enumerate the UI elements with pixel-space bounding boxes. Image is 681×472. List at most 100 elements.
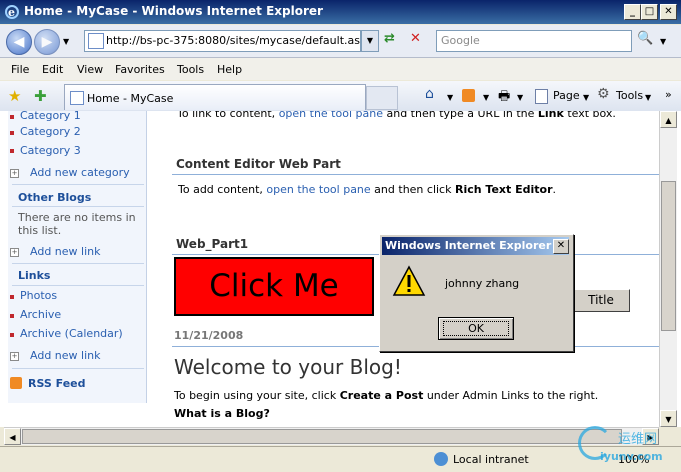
print-dropdown-icon[interactable]: ▼ (517, 93, 523, 102)
add-icon: + (10, 352, 19, 361)
tools-menu[interactable]: Tools (616, 89, 643, 102)
add-new-category-link[interactable]: Add new category (30, 166, 130, 179)
divider (12, 285, 144, 286)
add-new-link-2[interactable]: Add new link (30, 349, 100, 362)
forward-button[interactable]: ▶ (34, 29, 60, 55)
scroll-up-button[interactable]: ▲ (660, 111, 677, 128)
svg-text:e: e (8, 6, 15, 19)
ok-button[interactable]: OK (438, 317, 514, 340)
page-menu[interactable]: Page (553, 89, 580, 102)
close-button[interactable]: ✕ (660, 4, 677, 20)
address-url[interactable]: http://bs-pc-375:8080/sites/mycase/defau… (106, 34, 373, 47)
nav-category-2[interactable]: Category 2 (20, 125, 81, 138)
post-date: 11/21/2008 (174, 329, 244, 342)
page-dropdown-icon[interactable]: ▼ (583, 93, 589, 102)
bullet-icon (10, 149, 14, 153)
history-dropdown-icon[interactable]: ▼ (63, 37, 69, 46)
add-icon: + (10, 169, 19, 178)
tab-home-mycase[interactable]: Home - MyCase (64, 84, 366, 110)
divider (12, 184, 144, 185)
search-icon[interactable]: 🔍 (637, 31, 655, 49)
divider (12, 368, 144, 369)
what-is-a-blog-heading: What is a Blog? (174, 407, 270, 420)
open-tool-pane-link-2[interactable]: open the tool pane (266, 183, 370, 196)
bullet-icon (10, 295, 14, 299)
window-title-bar[interactable]: e Home - MyCase - Windows Internet Explo… (0, 0, 681, 24)
dialog-message: johnny zhang (445, 277, 520, 290)
new-tab-button[interactable] (366, 86, 398, 110)
menu-view[interactable]: View (77, 63, 103, 76)
warning-icon (392, 265, 426, 296)
menu-help[interactable]: Help (217, 63, 242, 76)
bullet-icon (10, 115, 14, 119)
content-editor-web-part-title: Content Editor Web Part (176, 157, 341, 171)
add-favorite-icon[interactable]: ✚ (34, 87, 47, 105)
maximize-button[interactable]: □ (641, 4, 658, 20)
empty-list-text-1: There are no items in (18, 211, 136, 224)
feeds-dropdown-icon[interactable]: ▼ (483, 93, 489, 102)
search-options-icon[interactable]: ▼ (660, 37, 666, 46)
navigation-bar: ◀ ▶ ▼ http://bs-pc-375:8080/sites/mycase… (0, 25, 681, 58)
title-button[interactable]: Title (572, 289, 630, 312)
address-dropdown-icon[interactable]: ▼ (361, 30, 379, 52)
horizontal-scrollbar[interactable]: ◀ ▶ (4, 427, 659, 445)
more-tools-icon[interactable]: » (665, 88, 672, 101)
alert-dialog: Windows Internet Explorer ✕ johnny zhang… (379, 234, 574, 352)
nav-category-1[interactable]: Category 1 (20, 111, 81, 122)
other-blogs-heading[interactable]: Other Blogs (18, 191, 91, 204)
print-icon[interactable]: 🖶 (498, 87, 510, 109)
vertical-scrollbar[interactable]: ▲ ▼ (659, 111, 677, 427)
links-heading[interactable]: Links (18, 269, 50, 282)
home-icon[interactable]: ⌂ (425, 86, 434, 102)
dialog-title: Windows Internet Explorer (385, 239, 552, 252)
tab-page-icon (70, 91, 84, 105)
link-photos[interactable]: Photos (20, 289, 57, 302)
page-content: Category 1 Category 2 Category 3 + Add n… (0, 111, 681, 427)
tools-dropdown-icon[interactable]: ▼ (645, 93, 651, 102)
page-icon (88, 33, 104, 49)
stop-icon[interactable]: ✕ (410, 31, 428, 49)
divider (172, 174, 660, 175)
scroll-left-button[interactable]: ◀ (4, 428, 21, 445)
click-me-button[interactable]: Click Me (174, 257, 374, 316)
dialog-title-bar[interactable]: Windows Internet Explorer ✕ (382, 237, 569, 255)
menu-favorites[interactable]: Favorites (115, 63, 165, 76)
watermark-logo: 运维网 iyunv.com (578, 424, 676, 468)
rss-icon (10, 377, 22, 389)
scroll-thumb[interactable] (661, 181, 676, 331)
nav-category-3[interactable]: Category 3 (20, 144, 81, 157)
add-new-link[interactable]: Add new link (30, 245, 100, 258)
left-navigation: Category 1 Category 2 Category 3 + Add n… (8, 111, 147, 403)
tool-pane-hint: To link to content, open the tool pane a… (177, 111, 616, 120)
window-title: Home - MyCase - Windows Internet Explore… (24, 4, 323, 18)
tab-label: Home - MyCase (87, 92, 174, 105)
begin-text: To begin using your site, click Create a… (174, 389, 599, 402)
home-dropdown-icon[interactable]: ▼ (447, 93, 453, 102)
divider (12, 206, 144, 207)
dialog-close-button[interactable]: ✕ (553, 239, 569, 254)
search-placeholder[interactable]: Google (441, 34, 480, 47)
favorites-star-icon[interactable]: ★ (8, 87, 21, 105)
rss-feed-link[interactable]: RSS Feed (28, 377, 86, 390)
link-archive[interactable]: Archive (20, 308, 61, 321)
divider (12, 263, 144, 264)
address-bar[interactable]: http://bs-pc-375:8080/sites/mycase/defau… (84, 30, 373, 52)
back-button[interactable]: ◀ (6, 29, 32, 55)
web-part1-title: Web_Part1 (176, 237, 249, 251)
refresh-icon[interactable]: ⇄ (384, 31, 404, 49)
hscroll-thumb[interactable] (22, 429, 622, 444)
page-menu-icon[interactable] (535, 89, 548, 104)
add-icon: + (10, 248, 19, 257)
content-editor-text: To add content, open the tool pane and t… (178, 183, 556, 196)
search-box[interactable]: Google (436, 30, 632, 52)
open-tool-pane-link[interactable]: open the tool pane (279, 111, 383, 120)
rss-feeds-icon[interactable] (462, 89, 475, 102)
menu-tools[interactable]: Tools (177, 63, 204, 76)
menu-file[interactable]: File (11, 63, 29, 76)
security-zone[interactable]: Local intranet (453, 453, 529, 466)
minimize-button[interactable]: _ (624, 4, 641, 20)
link-archive-calendar[interactable]: Archive (Calendar) (20, 327, 123, 340)
bullet-icon (10, 131, 14, 135)
menu-edit[interactable]: Edit (42, 63, 63, 76)
gear-icon[interactable]: ⚙ (597, 86, 610, 102)
